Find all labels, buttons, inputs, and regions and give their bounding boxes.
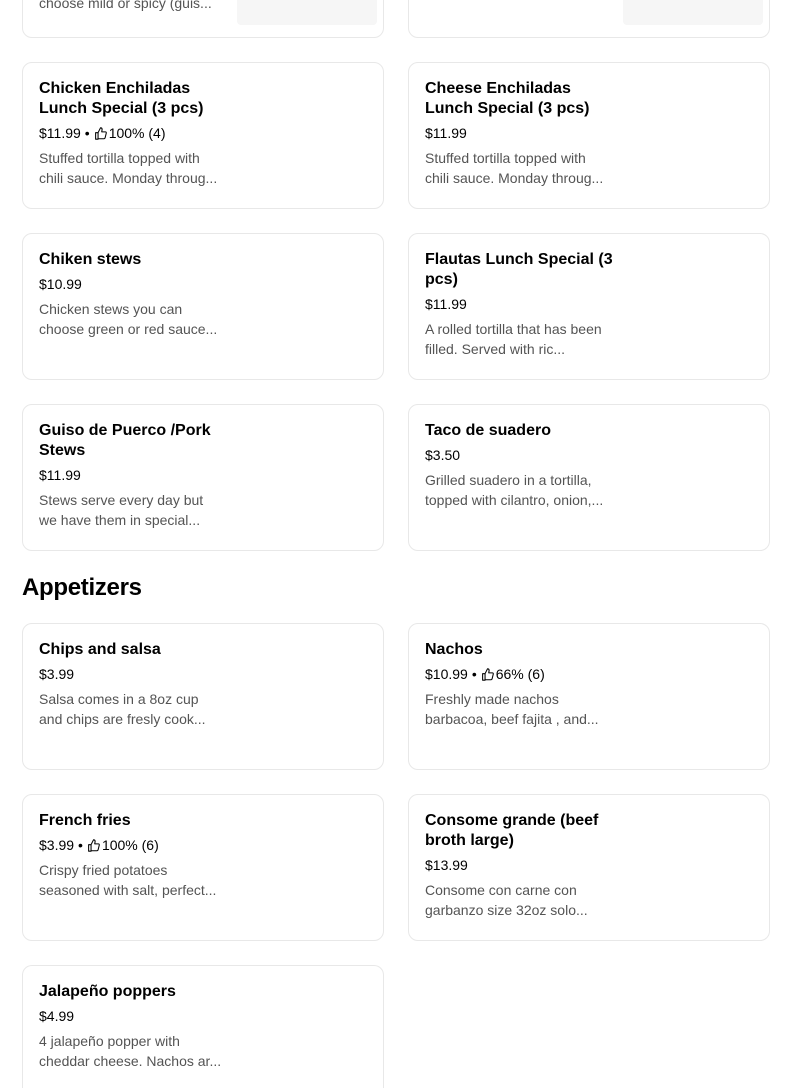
- item-title: Taco de suadero: [425, 422, 551, 439]
- item-description: choose mild or spicy (guis...: [39, 0, 212, 11]
- item-meta: $10.99: [39, 275, 367, 293]
- item-price: $10.99: [39, 276, 82, 292]
- item-meta: $11.99: [39, 466, 367, 484]
- item-meta: $11.99 • 100% (4): [39, 124, 367, 142]
- menu-item-card[interactable]: Nachos $10.99 • 66% (6) Freshly made nac…: [408, 623, 770, 770]
- item-description: Crispy fried potatoes seasoned with salt…: [39, 862, 217, 898]
- menu-item-card[interactable]: Taco de suadero $3.50 Grilled suadero in…: [408, 404, 770, 551]
- menu-item-card[interactable]: Consome grande (beef broth large) $13.99…: [408, 794, 770, 941]
- item-price: $11.99: [39, 467, 81, 483]
- thumbs-up-icon: [94, 126, 107, 140]
- item-price: $10.99: [425, 666, 468, 682]
- item-meta: $4.99: [39, 1007, 367, 1025]
- item-description: Consome con carne con garbanzo size 32oz…: [425, 882, 588, 918]
- item-price: $11.99: [425, 296, 467, 312]
- item-description: Stews serve every day but we have them i…: [39, 492, 204, 528]
- menu-item-card[interactable]: Chips and salsa $3.99 Salsa comes in a 8…: [22, 623, 384, 770]
- menu-item-card[interactable]: Chiken stews $10.99 Chicken stews you ca…: [22, 233, 384, 380]
- item-description: Stuffed tortilla topped with chili sauce…: [425, 150, 604, 186]
- item-rating: 100% (6): [101, 837, 159, 853]
- item-title: French fries: [39, 812, 131, 829]
- item-price: $4.99: [39, 1008, 75, 1024]
- item-meta: $11.99: [425, 124, 753, 142]
- item-description: Salsa comes in a 8oz cup and chips are f…: [39, 691, 206, 727]
- thumbs-up-icon: [88, 838, 100, 852]
- item-title: Chips and salsa: [39, 641, 161, 658]
- item-rating: 66% (6): [495, 666, 545, 682]
- item-meta: $11.99: [425, 295, 753, 313]
- menu-item-card[interactable]: choose mild or spicy (guis...: [22, 0, 384, 38]
- item-price: $11.99: [39, 125, 81, 141]
- item-description: Freshly made nachos barbacoa, beef fajit…: [425, 691, 599, 727]
- item-price: $3.50: [425, 447, 461, 463]
- meta-separator: •: [84, 125, 90, 141]
- item-title: Consome grande (beef broth large): [425, 812, 599, 849]
- item-price: $13.99: [425, 857, 468, 873]
- item-meta: $10.99 • 66% (6): [425, 665, 753, 683]
- menu-item-card[interactable]: Jalapeño poppers $4.99 4 jalapeño popper…: [22, 965, 384, 1088]
- item-description: Stuffed tortilla topped with chili sauce…: [39, 150, 218, 186]
- meta-separator: •: [78, 837, 83, 853]
- menu-item-card[interactable]: Cheese Enchiladas Lunch Special (3 pcs) …: [408, 62, 770, 209]
- item-price: $3.99: [39, 666, 75, 682]
- menu-item-card[interactable]: Flautas Lunch Special (3 pcs) $11.99 A r…: [408, 233, 770, 380]
- thumbs-up-icon: [481, 667, 494, 681]
- menu-item-card[interactable]: [408, 0, 770, 38]
- item-meta: $3.99: [39, 665, 367, 683]
- item-image: [237, 0, 377, 25]
- item-description: Grilled suadero in a tortilla, topped wi…: [425, 472, 604, 508]
- item-meta: $3.50: [425, 446, 753, 464]
- meta-separator: •: [471, 666, 477, 682]
- item-meta: $13.99: [425, 856, 753, 874]
- item-title: Cheese Enchiladas Lunch Special (3 pcs): [425, 80, 590, 117]
- item-meta: $3.99 • 100% (6): [39, 836, 367, 854]
- item-title: Nachos: [425, 641, 483, 658]
- item-image: [623, 0, 763, 25]
- item-price: $3.99: [39, 837, 75, 853]
- menu-item-card[interactable]: French fries $3.99 • 100% (6) Crispy fri…: [22, 794, 384, 941]
- menu-item-card[interactable]: Chicken Enchiladas Lunch Special (3 pcs)…: [22, 62, 384, 209]
- item-title: Chiken stews: [39, 251, 142, 268]
- section-heading-appetizers: Appetizers: [22, 574, 142, 601]
- item-price: $11.99: [425, 125, 467, 141]
- menu-item-card[interactable]: Guiso de Puerco /Pork Stews $11.99 Stews…: [22, 404, 384, 551]
- item-description: 4 jalapeño popper with cheddar cheese. N…: [39, 1033, 222, 1069]
- item-rating: 100% (4): [108, 125, 166, 141]
- item-title: Flautas Lunch Special (3 pcs): [425, 251, 613, 288]
- item-title: Jalapeño poppers: [39, 983, 176, 1000]
- item-title: Guiso de Puerco /Pork Stews: [39, 422, 211, 459]
- item-description: Chicken stews you can choose green or re…: [39, 301, 218, 337]
- item-title: Chicken Enchiladas Lunch Special (3 pcs): [39, 80, 204, 117]
- item-description: A rolled tortilla that has been filled. …: [425, 321, 602, 357]
